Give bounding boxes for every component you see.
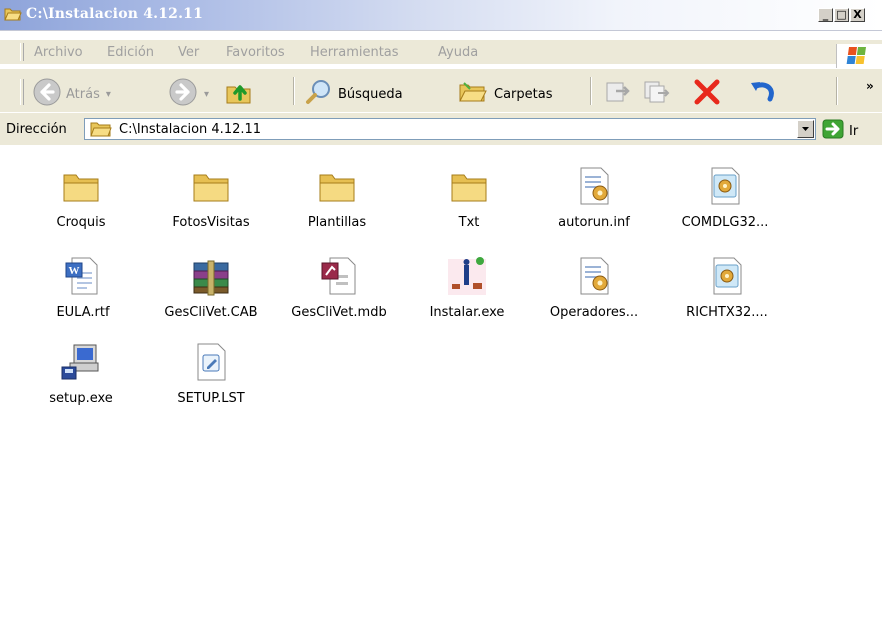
file-item[interactable]: SETUP.LST: [148, 341, 274, 406]
folder-icon: [193, 174, 229, 202]
folder-open-icon: [4, 6, 22, 26]
menu-archivo[interactable]: Archivo: [34, 45, 83, 60]
maximize-button[interactable]: □: [834, 8, 849, 22]
file-name: Plantillas: [307, 215, 367, 230]
file-item[interactable]: GesCliVet.mdb: [276, 255, 402, 320]
chevron-down-icon: [802, 127, 809, 131]
forward-dropdown-icon[interactable]: ▾: [204, 89, 209, 100]
forward-arrow-icon: [168, 77, 198, 111]
toolbar-separator: [293, 77, 295, 105]
close-button[interactable]: X: [850, 8, 865, 22]
folder-icon: [319, 174, 355, 202]
delete-button[interactable]: [692, 77, 722, 111]
file-item[interactable]: GesCliVet.CAB: [148, 255, 274, 320]
search-label: Búsqueda: [338, 86, 403, 102]
folders-button[interactable]: Carpetas: [458, 77, 552, 111]
address-bar: Dirección C:\Instalacion 4.12.11 Ir: [0, 112, 882, 146]
file-name: setup.exe: [49, 391, 113, 406]
toolbar-more-chevron-icon[interactable]: »: [866, 79, 874, 93]
file-item[interactable]: W EULA.rtf: [20, 255, 146, 320]
explorer-window: C:\Instalacion 4.12.11 _ □ X Archivo Edi…: [0, 0, 882, 639]
setup-icon: [61, 344, 99, 380]
search-icon: [304, 77, 334, 111]
forward-button[interactable]: ▾: [168, 77, 209, 111]
delete-x-icon: [692, 77, 722, 111]
file-name: FotosVisitas: [172, 215, 250, 230]
word-document-icon: W: [65, 257, 98, 295]
system-file-icon: [711, 167, 740, 205]
file-item[interactable]: Plantillas: [274, 165, 400, 230]
menu-grip[interactable]: [20, 43, 24, 61]
address-label: Dirección: [6, 122, 67, 137]
file-item[interactable]: Operadores...: [531, 255, 657, 320]
file-item[interactable]: FotosVisitas: [148, 165, 274, 230]
application-icon: [448, 257, 486, 295]
file-name: EULA.rtf: [56, 305, 110, 320]
config-file-icon: [580, 257, 609, 295]
file-name: autorun.inf: [558, 215, 630, 230]
go-button[interactable]: Ir: [822, 119, 858, 143]
menu-ayuda[interactable]: Ayuda: [438, 45, 478, 60]
address-folder-icon: [90, 120, 112, 142]
up-folder-icon: [224, 77, 254, 111]
folder-icon: [451, 174, 487, 202]
windows-logo-icon: [836, 44, 882, 68]
title-bar[interactable]: C:\Instalacion 4.12.11 _ □ X: [0, 0, 882, 31]
standard-toolbar: Atrás ▾ ▾ Búsqueda Carpetas »: [0, 68, 882, 113]
back-arrow-icon: [32, 77, 62, 111]
menu-herramientas[interactable]: Herramientas: [310, 45, 399, 60]
up-folder-button[interactable]: [224, 77, 254, 111]
file-item[interactable]: Croquis: [18, 165, 144, 230]
text-file-icon: [197, 343, 226, 381]
svg-text:W: W: [69, 265, 80, 277]
file-item[interactable]: COMDLG32...: [662, 165, 788, 230]
undo-button[interactable]: [748, 77, 778, 111]
file-item[interactable]: setup.exe: [18, 341, 144, 406]
copy-to-button[interactable]: [642, 77, 672, 111]
menu-ver[interactable]: Ver: [178, 45, 199, 60]
address-input[interactable]: C:\Instalacion 4.12.11: [84, 118, 816, 140]
folder-icon: [63, 174, 99, 202]
toolbar-separator: [836, 77, 838, 105]
file-name: Croquis: [56, 215, 106, 230]
file-item[interactable]: RICHTX32....: [664, 255, 790, 320]
minimize-button[interactable]: _: [818, 8, 833, 22]
toolbar-grip[interactable]: [20, 79, 24, 105]
file-item[interactable]: Instalar.exe: [404, 255, 530, 320]
file-name: Txt: [458, 215, 480, 230]
go-label: Ir: [849, 123, 859, 139]
search-button[interactable]: Búsqueda: [304, 77, 403, 111]
menu-favoritos[interactable]: Favoritos: [226, 45, 285, 60]
file-name: GesCliVet.CAB: [164, 305, 258, 320]
file-item[interactable]: autorun.inf: [531, 165, 657, 230]
move-to-button[interactable]: [604, 77, 634, 111]
menu-bar: Archivo Edición Ver Favoritos Herramient…: [0, 40, 882, 64]
file-name: Instalar.exe: [429, 305, 505, 320]
address-dropdown-button[interactable]: [797, 120, 814, 138]
cabinet-archive-icon: [193, 260, 229, 296]
folders-label: Carpetas: [494, 86, 553, 102]
file-name: Operadores...: [549, 305, 639, 320]
folders-icon: [458, 77, 488, 111]
go-arrow-icon: [822, 119, 844, 143]
back-label: Atrás: [66, 86, 100, 102]
access-database-icon: [321, 257, 356, 295]
file-name: GesCliVet.mdb: [291, 305, 387, 320]
file-name: COMDLG32...: [681, 215, 769, 230]
config-file-icon: [580, 167, 609, 205]
back-button[interactable]: Atrás ▾: [32, 77, 111, 111]
toolbar-separator: [590, 77, 592, 105]
move-to-icon: [604, 77, 634, 111]
address-value: C:\Instalacion 4.12.11: [119, 122, 262, 137]
system-file-icon: [713, 257, 742, 295]
file-list-view[interactable]: Croquis FotosVisitas Plantillas Txt auto…: [0, 145, 882, 639]
window-title: C:\Instalacion 4.12.11: [26, 6, 204, 22]
file-name: SETUP.LST: [177, 391, 245, 406]
file-name: RICHTX32....: [686, 305, 768, 320]
menu-edicion[interactable]: Edición: [107, 45, 154, 60]
file-item[interactable]: Txt: [406, 165, 532, 230]
copy-to-icon: [642, 77, 672, 111]
back-dropdown-icon[interactable]: ▾: [106, 89, 111, 100]
undo-icon: [748, 77, 778, 111]
